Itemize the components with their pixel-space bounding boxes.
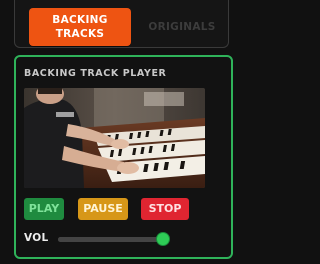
app-root: BACKING TRACKS ORIGINALS BACKING TRACK P… bbox=[0, 0, 243, 264]
tab-bar: BACKING TRACKS ORIGINALS bbox=[14, 0, 229, 48]
volume-slider-fill bbox=[58, 237, 163, 242]
tab-originals[interactable]: ORIGINALS bbox=[139, 8, 225, 46]
play-button[interactable]: PLAY bbox=[24, 198, 64, 220]
stop-button[interactable]: STOP bbox=[141, 198, 189, 220]
pause-button[interactable]: PAUSE bbox=[78, 198, 128, 220]
video-player[interactable] bbox=[24, 88, 205, 188]
volume-label: VOL bbox=[24, 232, 49, 244]
panel-title: BACKING TRACK PLAYER bbox=[24, 68, 167, 79]
volume-slider[interactable] bbox=[58, 232, 170, 246]
video-frame-image bbox=[24, 88, 205, 188]
tab-backing-tracks[interactable]: BACKING TRACKS bbox=[29, 8, 131, 46]
volume-slider-thumb[interactable] bbox=[156, 232, 170, 246]
backing-track-player-panel: BACKING TRACK PLAYER PLAY PAUSE STOP VOL bbox=[14, 55, 233, 259]
